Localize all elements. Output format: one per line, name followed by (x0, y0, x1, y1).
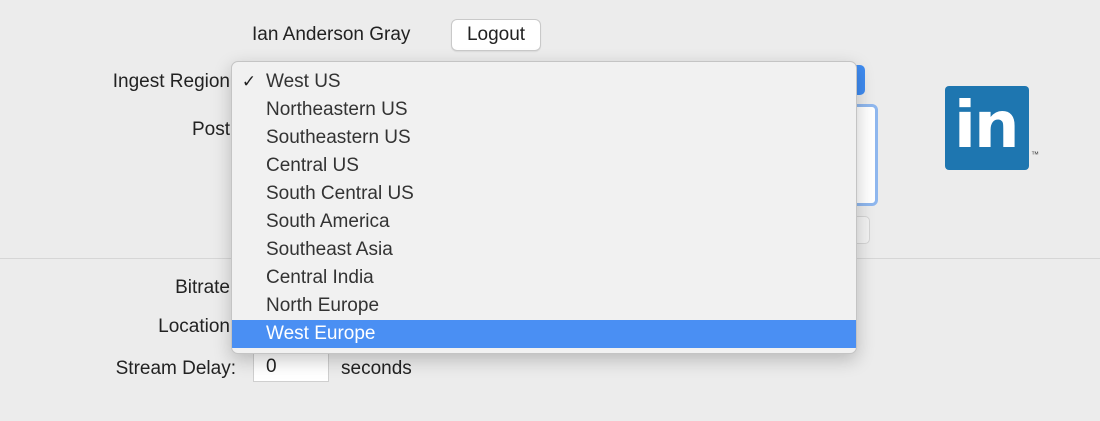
ingest-region-label: Ingest Region (112, 71, 230, 92)
menu-item-label: South Central US (266, 183, 414, 204)
menu-item-central-us[interactable]: Central US (232, 152, 856, 180)
location-label: Location (158, 316, 230, 337)
logout-button[interactable]: Logout (451, 19, 541, 51)
menu-item-label: North Europe (266, 295, 380, 316)
menu-item-label: Southeastern US (266, 127, 411, 148)
menu-item-label: Central US (266, 155, 359, 176)
menu-item-label: Northeastern US (266, 99, 408, 120)
post-label: Post (191, 119, 230, 140)
linkedin-logo: in (945, 86, 1029, 170)
menu-item-northeastern-us[interactable]: Northeastern US (232, 96, 856, 124)
ingest-region-dropdown-menu[interactable]: ✓ West US Northeastern US Southeastern U… (231, 61, 857, 354)
menu-item-west-europe[interactable]: West Europe (232, 320, 856, 348)
menu-item-south-central-us[interactable]: South Central US (232, 180, 856, 208)
menu-item-label: South America (266, 211, 390, 232)
user-name: Ian Anderson Gray (252, 24, 411, 45)
stream-delay-unit: seconds (341, 358, 412, 379)
menu-item-label: West Europe (266, 323, 376, 344)
linkedin-logo-text: in (954, 89, 1020, 163)
trademark-symbol: ™ (1031, 150, 1039, 159)
menu-item-southeastern-us[interactable]: Southeastern US (232, 124, 856, 152)
menu-item-west-us[interactable]: ✓ West US (232, 68, 856, 96)
menu-item-label: West US (266, 71, 341, 92)
bitrate-label: Bitrate (175, 277, 230, 298)
menu-item-north-europe[interactable]: North Europe (232, 292, 856, 320)
menu-item-label: Southeast Asia (266, 239, 393, 260)
menu-item-south-america[interactable]: South America (232, 208, 856, 236)
stream-delay-input[interactable]: 0 (253, 351, 329, 382)
menu-item-southeast-asia[interactable]: Southeast Asia (232, 236, 856, 264)
stream-delay-label: Stream Delay: (115, 358, 236, 379)
menu-item-label: Central India (266, 267, 374, 288)
checkmark-icon: ✓ (241, 72, 257, 91)
menu-item-central-india[interactable]: Central India (232, 264, 856, 292)
